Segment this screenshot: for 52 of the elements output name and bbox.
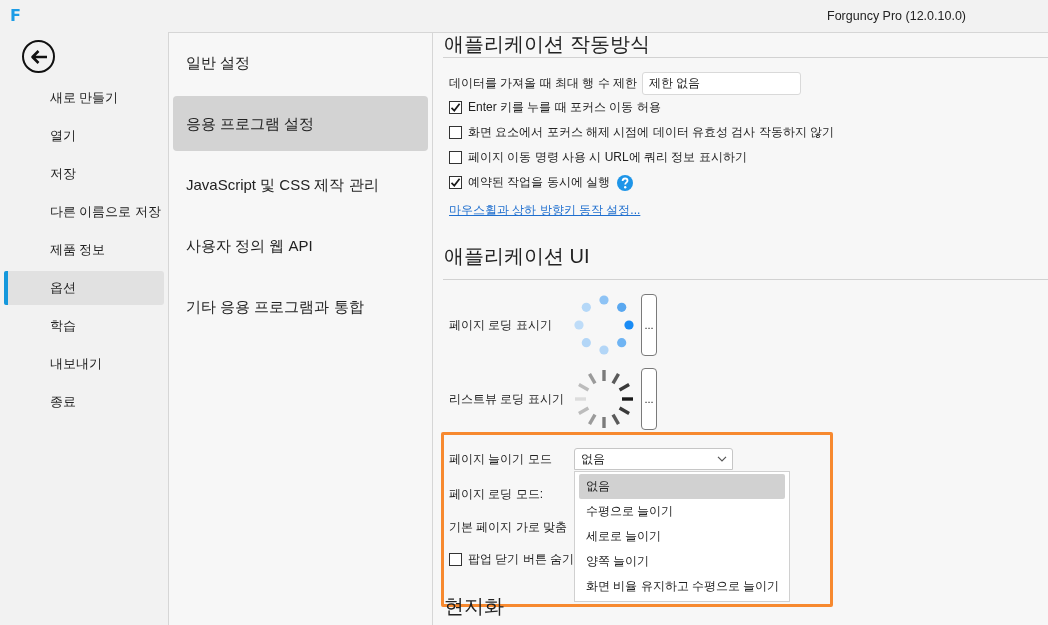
checkbox-label: Enter 키를 누를 때 포커스 이동 허용 [468, 99, 661, 116]
more-button[interactable]: ... [641, 368, 657, 430]
section-heading: 애플리케이션 UI [444, 244, 590, 269]
sidebar-item[interactable]: 다른 이름으로 저장 [4, 195, 164, 229]
sidebar-item[interactable]: 학습 [4, 309, 164, 343]
sidebar-item[interactable]: 열기 [4, 119, 164, 153]
checkbox[interactable] [449, 126, 462, 139]
settings-link[interactable]: 마우스휠과 상하 방향키 동작 설정... [449, 199, 641, 222]
checkbox[interactable] [449, 176, 462, 189]
sidebar-item[interactable]: 내보내기 [4, 347, 164, 381]
max-rows-field[interactable]: 제한 없음 [642, 72, 801, 95]
field-label: 페이지 로딩 모드: [449, 485, 543, 503]
window-title: Forguncy Pro (12.0.10.0) [827, 9, 966, 23]
help-icon[interactable] [617, 174, 633, 191]
dropdown-option[interactable]: 없음 [579, 474, 785, 499]
field-label: 페이지 늘이기 모드 [449, 450, 552, 468]
nav-item[interactable]: 사용자 정의 웹 API [173, 218, 428, 273]
check-icon [450, 177, 461, 188]
sidebar-item[interactable]: 제품 정보 [4, 233, 164, 267]
sidebar-item[interactable]: 종료 [4, 385, 164, 419]
checkbox-label: 화면 요소에서 포커스 해제 시점에 데이터 유효성 검사 작동하지 않기 [468, 124, 834, 141]
check-icon [450, 102, 461, 113]
chevron-down-icon [717, 456, 727, 462]
more-button[interactable]: ... [641, 294, 657, 356]
dropdown-option[interactable]: 수평으로 늘이기 [579, 499, 785, 524]
app-logo: F [10, 8, 21, 24]
sidebar-item[interactable]: 옵션 [4, 271, 164, 305]
sidebar-item[interactable]: 새로 만들기 [4, 81, 164, 115]
checkbox-label: 예약된 작업을 동시에 실행 [468, 174, 610, 191]
field-label: 데이터를 가져올 때 최대 행 수 제한 [449, 75, 637, 92]
dropdown-option[interactable]: 세로로 늘이기 [579, 524, 785, 549]
checkbox[interactable] [449, 552, 462, 566]
field-label: 페이지 로딩 표시기 [449, 316, 552, 334]
field-label: 기본 페이지 가로 맞춤 [449, 518, 567, 536]
nav-item[interactable]: 응용 프로그램 설정 [173, 96, 428, 151]
checkbox-label: 페이지 이동 명령 사용 시 URL에 쿼리 정보 표시하기 [468, 149, 747, 166]
spinner-dots-icon [574, 295, 634, 355]
back-button[interactable] [22, 40, 55, 73]
checkbox[interactable] [449, 101, 462, 114]
section-heading: 애플리케이션 작동방식 [444, 33, 650, 55]
nav-item[interactable]: JavaScript 및 CSS 제작 관리 [173, 157, 428, 212]
spinner-dashes-icon [572, 367, 636, 431]
nav-item[interactable]: 일반 설정 [173, 35, 428, 90]
checkbox-label: 팝업 닫기 버튼 숨기 [468, 550, 574, 568]
nav-item[interactable]: 기타 응용 프로그램과 통합 [173, 279, 428, 334]
arrow-left-icon [29, 48, 48, 65]
field-label: 리스트뷰 로딩 표시기 [449, 390, 564, 408]
dropdown-option[interactable]: 화면 비율 유지하고 수평으로 늘이기 [579, 574, 785, 599]
dropdown-option[interactable]: 양쪽 늘이기 [579, 549, 785, 574]
checkbox[interactable] [449, 151, 462, 164]
sidebar-item[interactable]: 저장 [4, 157, 164, 191]
stretch-mode-select[interactable]: 없음 [574, 448, 733, 470]
